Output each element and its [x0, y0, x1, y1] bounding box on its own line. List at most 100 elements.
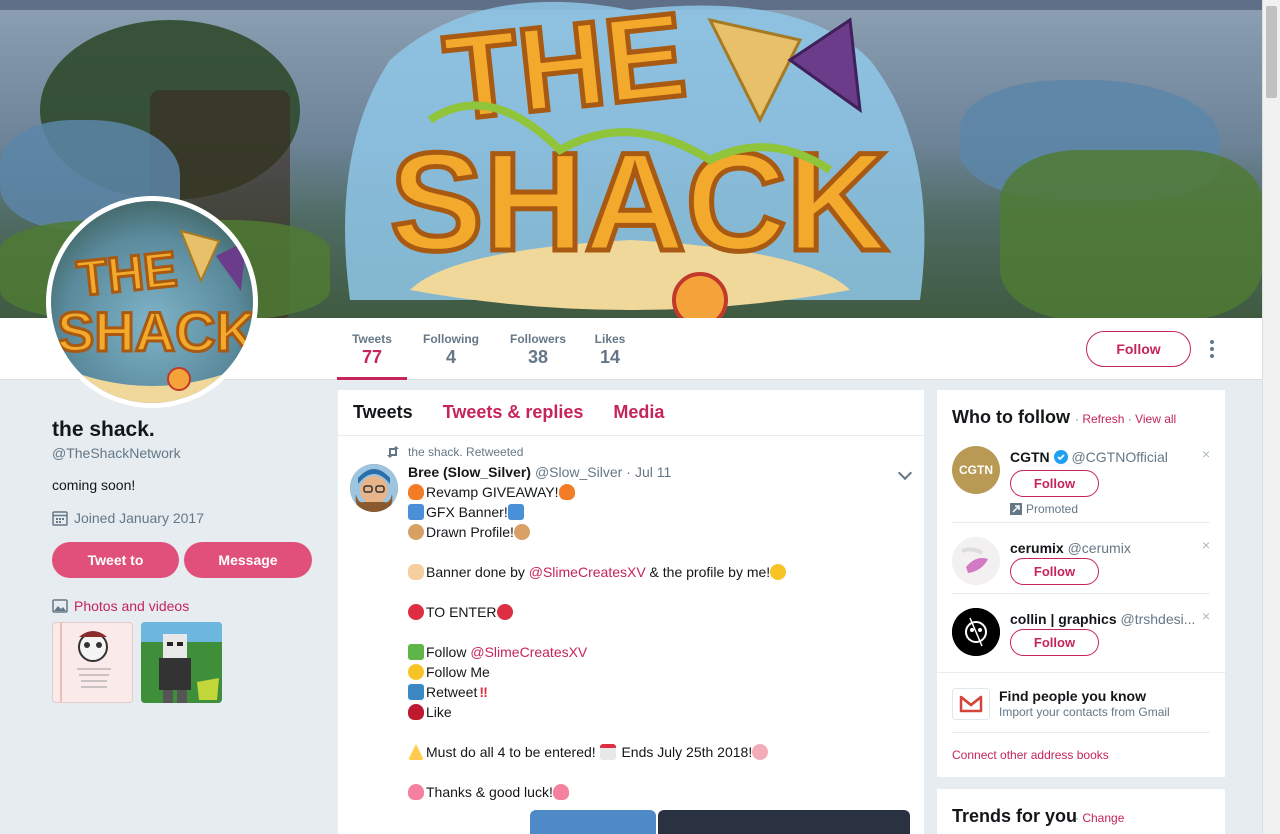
- chevron-down-icon[interactable]: [897, 465, 913, 481]
- avatar-logo: THE SHACK: [56, 229, 253, 403]
- tweet-author-handle[interactable]: @Slow_Silver: [535, 464, 622, 480]
- profile-handle[interactable]: @TheShackNetwork: [52, 445, 181, 461]
- tweet-author-name[interactable]: Bree (Slow_Silver): [408, 464, 531, 480]
- trends-panel: Trends for you · Change: [937, 789, 1225, 834]
- verified-badge-icon: [1053, 450, 1068, 464]
- tweet-line: Revamp GIVEAWAY!: [408, 482, 908, 502]
- refresh-link[interactable]: Refresh: [1082, 412, 1124, 426]
- tweet-mention[interactable]: @SlimeCreatesXV: [529, 564, 646, 580]
- tweet-header: Bree (Slow_Silver) @Slow_Silver · Jul 11: [408, 464, 671, 480]
- tweet-media-image[interactable]: [408, 810, 528, 834]
- account-avatar[interactable]: [952, 537, 1000, 585]
- nav-followers-count: 38: [527, 347, 549, 367]
- follow-collin-button[interactable]: Follow: [1010, 629, 1099, 656]
- divider: [952, 732, 1210, 733]
- account-avatar[interactable]: [952, 608, 1000, 656]
- hugging-face-icon: [408, 664, 424, 680]
- svg-text:SHACK: SHACK: [57, 300, 253, 363]
- banner-grass: [1000, 150, 1262, 318]
- dismiss-icon[interactable]: ×: [1202, 608, 1210, 624]
- profile-joined: Joined January 2017: [52, 510, 204, 526]
- tab-tweets-replies[interactable]: Tweets & replies: [443, 402, 584, 423]
- nav-tweets[interactable]: Tweets 77: [337, 332, 407, 380]
- nav-tweets-label: Tweets: [352, 332, 392, 346]
- tweet-line: TO ENTER: [408, 602, 908, 622]
- nav-likes-label: Likes: [594, 332, 626, 346]
- connect-address-books-link[interactable]: Connect other address books: [952, 748, 1109, 762]
- divider: [952, 522, 1210, 523]
- media-thumbnail[interactable]: [52, 622, 133, 703]
- palette-icon: [513, 524, 530, 540]
- follow-cgtn-button[interactable]: Follow: [1010, 470, 1099, 497]
- who-to-follow-title: Who to follow: [952, 407, 1070, 427]
- computer-icon: [408, 504, 424, 520]
- tweet-media-image[interactable]: [530, 810, 656, 834]
- divider: [952, 593, 1210, 594]
- page-scrollbar[interactable]: [1262, 0, 1280, 834]
- tweet-mention[interactable]: @SlimeCreatesXV: [470, 644, 587, 660]
- tweet-text: Revamp GIVEAWAY! GFX Banner! Drawn Profi…: [408, 482, 908, 802]
- tweet-line: Banner done by @SlimeCreatesXV & the pro…: [408, 562, 908, 582]
- nav-likes-count: 14: [599, 347, 621, 367]
- profile-avatar[interactable]: THE SHACK: [46, 196, 258, 408]
- suggested-account: CGTN CGTN @CGTNOfficial Follow Promoted …: [952, 446, 1212, 516]
- nav-following-count: 4: [445, 347, 456, 367]
- tweet-author-avatar[interactable]: [350, 464, 398, 512]
- tab-media[interactable]: Media: [613, 402, 664, 423]
- calendar-icon: [52, 511, 68, 526]
- view-all-link[interactable]: View all: [1135, 412, 1176, 426]
- retweet-context-text[interactable]: the shack. Retweeted: [408, 445, 523, 459]
- red-circle-icon: [496, 604, 513, 620]
- find-people-subtitle: Import your contacts from Gmail: [999, 705, 1170, 719]
- tweet-line: Follow @SlimeCreatesXV: [408, 642, 908, 662]
- computer-icon: [507, 504, 524, 520]
- follow-cerumix-button[interactable]: Follow: [1010, 558, 1099, 585]
- fire-icon: [558, 484, 575, 500]
- nav-following-label: Following: [423, 332, 479, 346]
- repeat-icon: [408, 684, 424, 700]
- find-people-title[interactable]: Find people you know: [999, 688, 1146, 704]
- media-thumbnail[interactable]: [141, 622, 222, 703]
- profile-joined-text: Joined January 2017: [74, 510, 204, 526]
- nav-likes[interactable]: Likes 14: [590, 332, 630, 380]
- sparkling-heart-icon: [552, 784, 569, 800]
- photos-videos-link[interactable]: Photos and videos: [52, 598, 189, 614]
- pointing-hand-icon: [408, 564, 424, 580]
- nav-following[interactable]: Following 4: [418, 332, 484, 380]
- profile-bio: coming soon!: [52, 477, 136, 493]
- account-avatar[interactable]: CGTN: [952, 446, 1000, 494]
- tweet-media[interactable]: [408, 810, 914, 834]
- check-mark-icon: [408, 644, 424, 660]
- svg-text:THE: THE: [74, 241, 179, 307]
- retweet-context: the shack. Retweeted: [386, 445, 523, 459]
- double-exclamation-icon: ‼: [479, 684, 488, 700]
- more-options-icon[interactable]: [1205, 340, 1219, 358]
- trends-change-link[interactable]: · Change: [1075, 811, 1124, 825]
- tweet-line: Like: [408, 702, 908, 722]
- tweet-to-button[interactable]: Tweet to: [52, 542, 179, 578]
- calendar-icon: [599, 744, 616, 760]
- photo-icon: [52, 599, 68, 613]
- account-name[interactable]: CGTN @CGTNOfficial: [1010, 449, 1168, 465]
- tweet-media-image[interactable]: [658, 810, 910, 834]
- follow-button[interactable]: Follow: [1086, 331, 1191, 367]
- profile-name: the shack.: [52, 418, 155, 441]
- tab-tweets[interactable]: Tweets: [353, 402, 413, 423]
- account-name[interactable]: collin | graphics @trshdesi...: [1010, 611, 1195, 627]
- tweet-date[interactable]: Jul 11: [635, 464, 671, 480]
- account-name[interactable]: cerumix @cerumix: [1010, 540, 1131, 556]
- message-button[interactable]: Message: [184, 542, 312, 578]
- dismiss-icon[interactable]: ×: [1202, 446, 1210, 462]
- sparkling-heart-icon: [408, 784, 424, 800]
- scrollbar-thumb[interactable]: [1266, 6, 1277, 98]
- nav-followers[interactable]: Followers 38: [505, 332, 571, 380]
- suggested-account: cerumix @cerumix Follow ×: [952, 537, 1212, 587]
- promoted-label: Promoted: [1010, 502, 1078, 516]
- gmail-icon: [952, 688, 990, 720]
- dismiss-icon[interactable]: ×: [1202, 537, 1210, 553]
